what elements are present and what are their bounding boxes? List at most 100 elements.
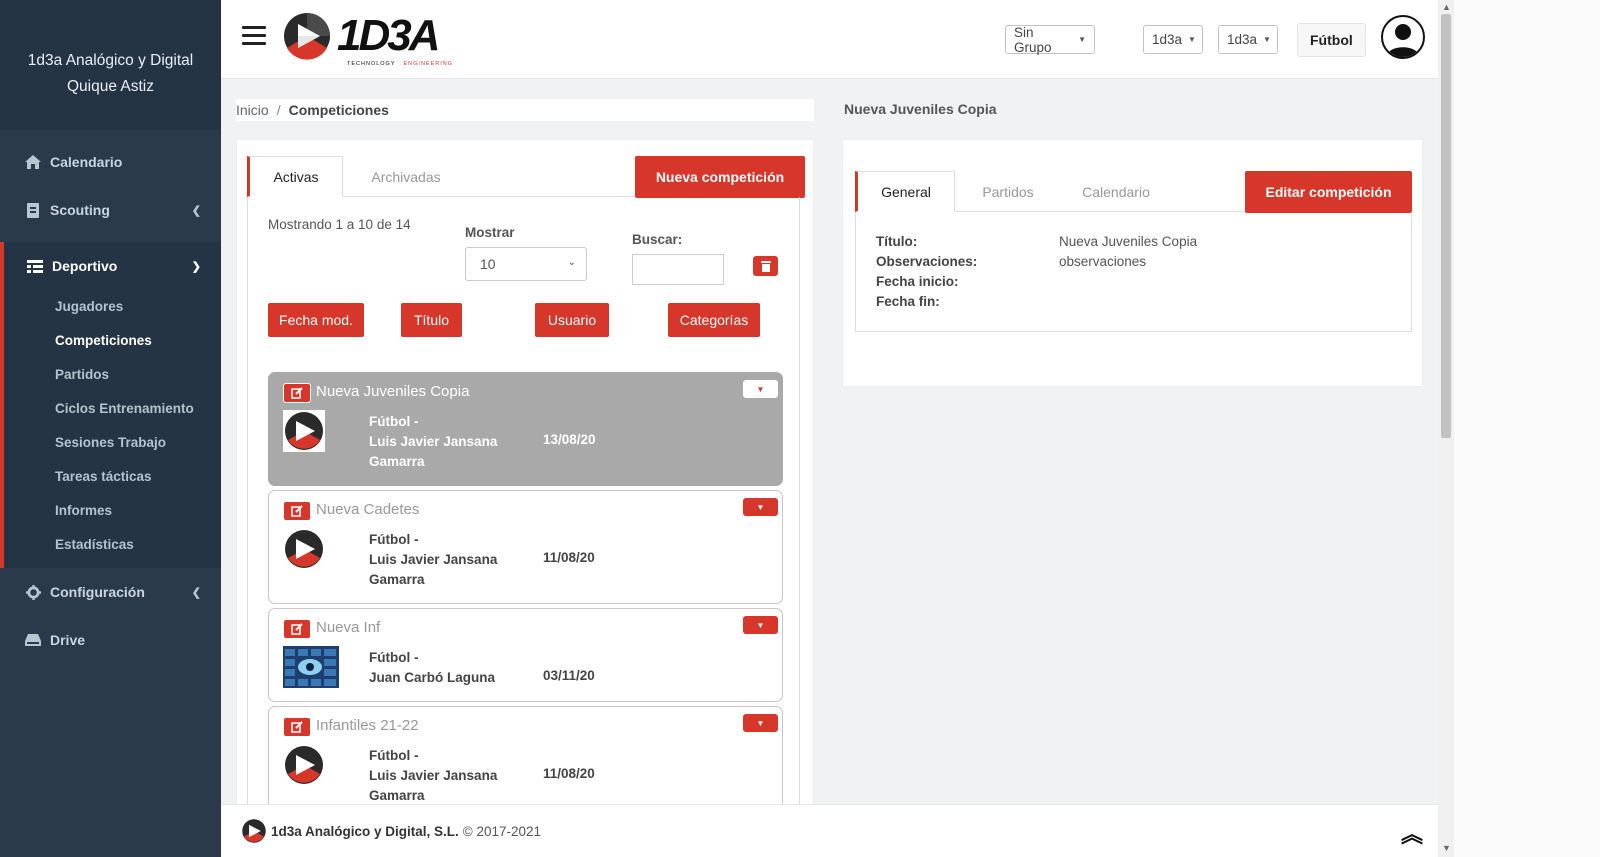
chevron-down-icon: ⌄ <box>567 257 576 268</box>
sidebar-item-label: Drive <box>50 632 86 648</box>
footer-copyright: © 2017-2021 <box>462 823 542 839</box>
show-count-select[interactable]: 10 ⌄ <box>465 247 587 281</box>
sidebar-item-drive[interactable]: Drive <box>0 616 221 664</box>
scroll-thumb[interactable] <box>1441 14 1451 438</box>
competition-date: 11/08/20 <box>543 766 595 781</box>
scroll-up-icon[interactable]: ▲ <box>1442 2 1451 12</box>
sidebar-sub-tareas[interactable]: Tareas tácticas <box>4 460 221 494</box>
footer-logo-icon <box>242 819 266 843</box>
competition-logo <box>283 410 325 452</box>
tab-calendario[interactable]: Calendario <box>1061 171 1171 212</box>
scroll-to-top-icon[interactable]: ︽ <box>1401 817 1423 849</box>
sidebar-sub-sesiones[interactable]: Sesiones Trabajo <box>4 426 221 460</box>
competition-meta: Fútbol - Luis Javier Jansana Gamarra <box>369 746 497 806</box>
caret-down-icon: ▼ <box>756 502 765 512</box>
detail-title: Nueva Juveniles Copia <box>844 101 997 117</box>
competition-user-2: Gamarra <box>369 788 425 803</box>
competition-card[interactable]: Nueva Inf ▼ Fútbol - Juan Carbó Laguna 0… <box>268 608 783 702</box>
edit-competition-button[interactable]: Editar competición <box>1245 171 1412 213</box>
group-select[interactable]: Sin Grupo ▼ <box>1005 25 1095 55</box>
search-input[interactable] <box>632 254 724 285</box>
sidebar-sub-jugadores[interactable]: Jugadores <box>4 290 221 324</box>
competition-name[interactable]: Nueva Cadetes <box>316 501 419 518</box>
card-menu-button[interactable]: ▼ <box>743 616 778 634</box>
trash-icon <box>760 260 771 272</box>
field-value: observaciones <box>1059 254 1147 269</box>
sort-date-button[interactable]: Fecha mod. <box>268 303 364 337</box>
menu-toggle-icon[interactable] <box>242 26 266 46</box>
sort-title-button[interactable]: Título <box>401 303 462 337</box>
sidebar-sub-estadisticas[interactable]: Estadísticas <box>4 528 221 562</box>
detail-row-start-date: Fecha inicio: <box>876 274 1059 289</box>
tab-general[interactable]: General <box>855 171 955 212</box>
trash-button[interactable] <box>753 256 778 276</box>
sort-user-button[interactable]: Usuario <box>535 303 609 337</box>
card-menu-button[interactable]: ▼ <box>743 498 778 516</box>
tab-archivadas[interactable]: Archivadas <box>343 156 469 197</box>
sort-categories-button[interactable]: Categorías <box>668 303 760 337</box>
sidebar-item-label: Configuración <box>50 584 145 600</box>
competition-card[interactable]: Infantiles 21-22 ▼ Fútbol - Luis Javier … <box>268 706 783 820</box>
edit-button[interactable] <box>283 619 311 639</box>
sport-button[interactable]: Fútbol <box>1297 23 1366 57</box>
competition-card[interactable]: Nueva Juveniles Copia ▼ Fútbol - Luis Ja… <box>268 372 783 486</box>
edit-button[interactable] <box>283 383 311 403</box>
tab-activas[interactable]: Activas <box>247 156 343 197</box>
id-card-icon <box>24 202 42 218</box>
show-label: Mostrar <box>465 225 515 240</box>
club-select-2[interactable]: 1d3a ▼ <box>1218 25 1278 54</box>
competition-name[interactable]: Infantiles 21-22 <box>316 717 419 734</box>
detail-body: Título: Nueva Juveniles Copia Observacion… <box>855 212 1412 332</box>
sidebar-item-calendario[interactable]: Calendario <box>0 138 221 186</box>
field-value: Nueva Juveniles Copia <box>1059 234 1198 249</box>
caret-down-icon: ▼ <box>1188 35 1196 44</box>
breadcrumb-separator: / <box>276 102 281 118</box>
sidebar-item-scouting[interactable]: Scouting ❮ <box>0 186 221 234</box>
page-scrollbar[interactable]: ▲ ▼ <box>1438 0 1454 857</box>
company-name: 1d3a Analógico y Digital <box>27 52 194 69</box>
avatar[interactable] <box>1381 15 1425 59</box>
competition-card[interactable]: Nueva Cadetes ▼ Fútbol - Luis Javier Jan… <box>268 490 783 604</box>
breadcrumb-home[interactable]: Inicio <box>236 102 269 118</box>
logo-tagline-1: TECHNOLOGY <box>347 61 396 67</box>
competition-user: Luis Javier Jansana <box>369 768 498 783</box>
detail-row-title: Título: Nueva Juveniles Copia <box>876 234 1197 249</box>
competition-photo <box>283 646 339 688</box>
edit-icon <box>291 387 303 399</box>
sidebar-sub-competiciones[interactable]: Competiciones <box>4 324 221 358</box>
scroll-down-icon[interactable]: ▼ <box>1442 843 1451 853</box>
competition-logo <box>283 528 325 570</box>
background-overlay <box>1454 0 1600 857</box>
card-menu-button[interactable]: ▼ <box>743 380 778 398</box>
edit-button[interactable] <box>283 717 311 737</box>
tab-partidos[interactable]: Partidos <box>955 171 1061 212</box>
competition-name[interactable]: Nueva Inf <box>316 619 380 636</box>
sidebar-item-configuracion[interactable]: Configuración ❮ <box>0 568 221 616</box>
footer-brand: 1d3a Analógico y Digital, S.L. © 2017-20… <box>241 818 541 844</box>
club-select-1[interactable]: 1d3a ▼ <box>1143 25 1203 54</box>
sidebar-sub-partidos[interactable]: Partidos <box>4 358 221 392</box>
sidebar-item-label: Scouting <box>50 202 110 218</box>
sidebar-sub-informes[interactable]: Informes <box>4 494 221 528</box>
club-select-2-value: 1d3a <box>1227 32 1258 47</box>
chevron-left-icon: ❮ <box>191 587 201 599</box>
sidebar-menu: Calendario Scouting ❮ Deportivo ❯ Jugado… <box>0 130 221 664</box>
sidebar-sub-ciclos[interactable]: Ciclos Entrenamiento <box>4 392 221 426</box>
breadcrumb: Inicio / Competiciones <box>236 99 814 121</box>
brand-logo[interactable]: 1D3A TECHNOLOGY ENGINEERING <box>283 12 452 67</box>
card-menu-button[interactable]: ▼ <box>743 714 778 732</box>
field-label: Fecha inicio: <box>876 274 959 289</box>
club-select-1-value: 1d3a <box>1152 32 1183 47</box>
competition-name[interactable]: Nueva Juveniles Copia <box>316 383 469 400</box>
sidebar-item-deportivo[interactable]: Deportivo ❯ <box>4 242 221 290</box>
caret-down-icon: ▼ <box>756 384 765 394</box>
competition-user-2: Gamarra <box>369 572 425 587</box>
footer-company: 1d3a Analógico y Digital, S.L. <box>271 823 459 839</box>
caret-down-icon: ▼ <box>756 620 765 630</box>
topbar: 1D3A TECHNOLOGY ENGINEERING Sin Grupo ▼ 1d… <box>221 0 1438 79</box>
sidebar-header: 1d3a Analógico y Digital Quique Astiz <box>0 0 221 130</box>
edit-button[interactable] <box>283 501 311 521</box>
logo-tagline-2: ENGINEERING <box>403 61 454 67</box>
new-competition-button[interactable]: Nueva competición <box>635 156 805 198</box>
gear-icon <box>24 584 42 600</box>
